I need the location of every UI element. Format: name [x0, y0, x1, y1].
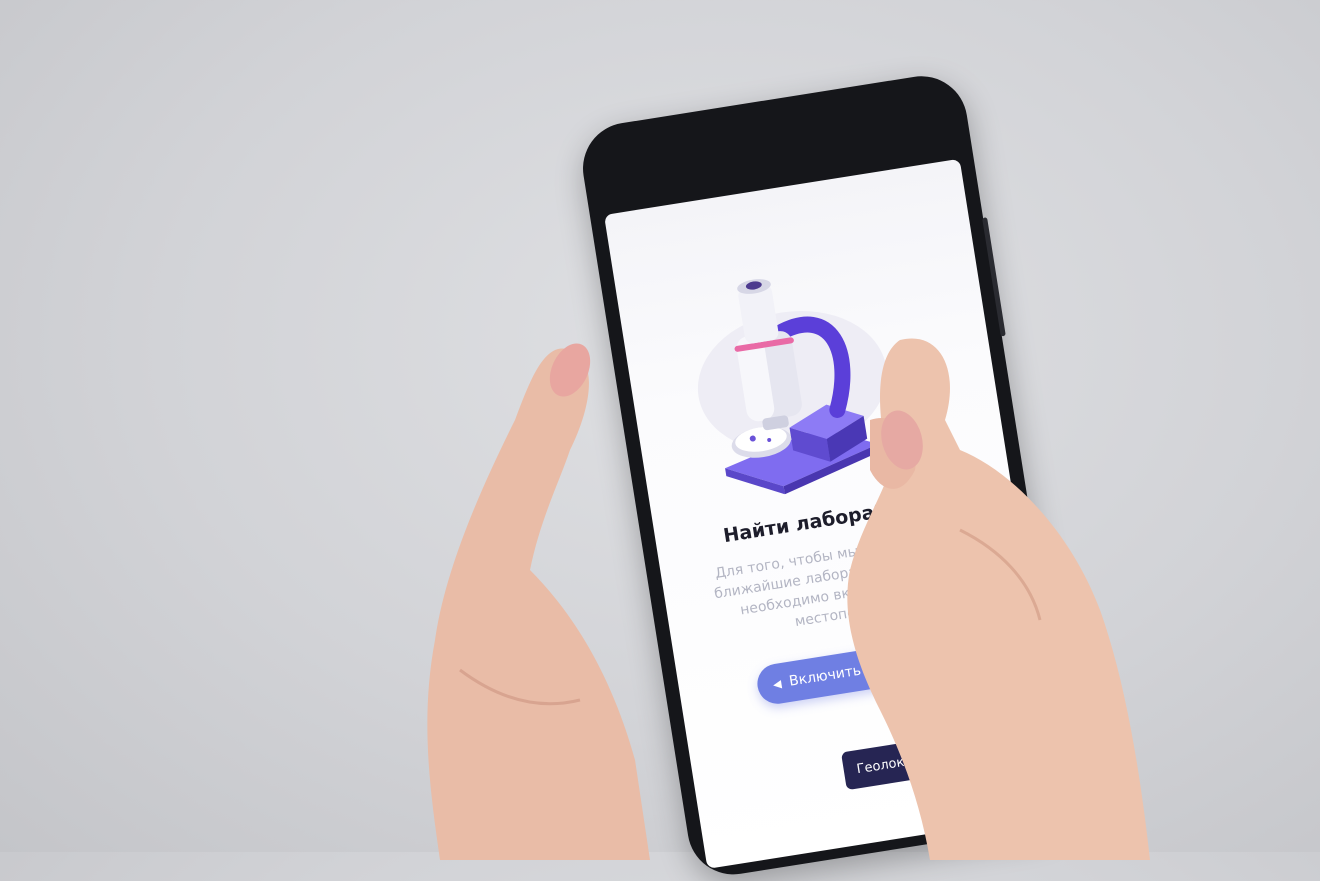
photo-scene: Найти лабораборию Для того, чтобы мы мог…: [0, 0, 1320, 881]
smartphone: Найти лабораборию Для того, чтобы мы мог…: [576, 69, 1079, 881]
enable-geolocation-label: Включить геолокацию: [787, 647, 955, 690]
location-arrow-icon: ◀: [771, 676, 783, 691]
microscope-icon: [697, 279, 887, 495]
phone-side-button: [982, 217, 1006, 337]
enable-geolocation-button[interactable]: ◀ Включить геолокацию: [754, 633, 973, 707]
geolocation-enabled-toast: Геолокация включена: [840, 724, 1023, 791]
